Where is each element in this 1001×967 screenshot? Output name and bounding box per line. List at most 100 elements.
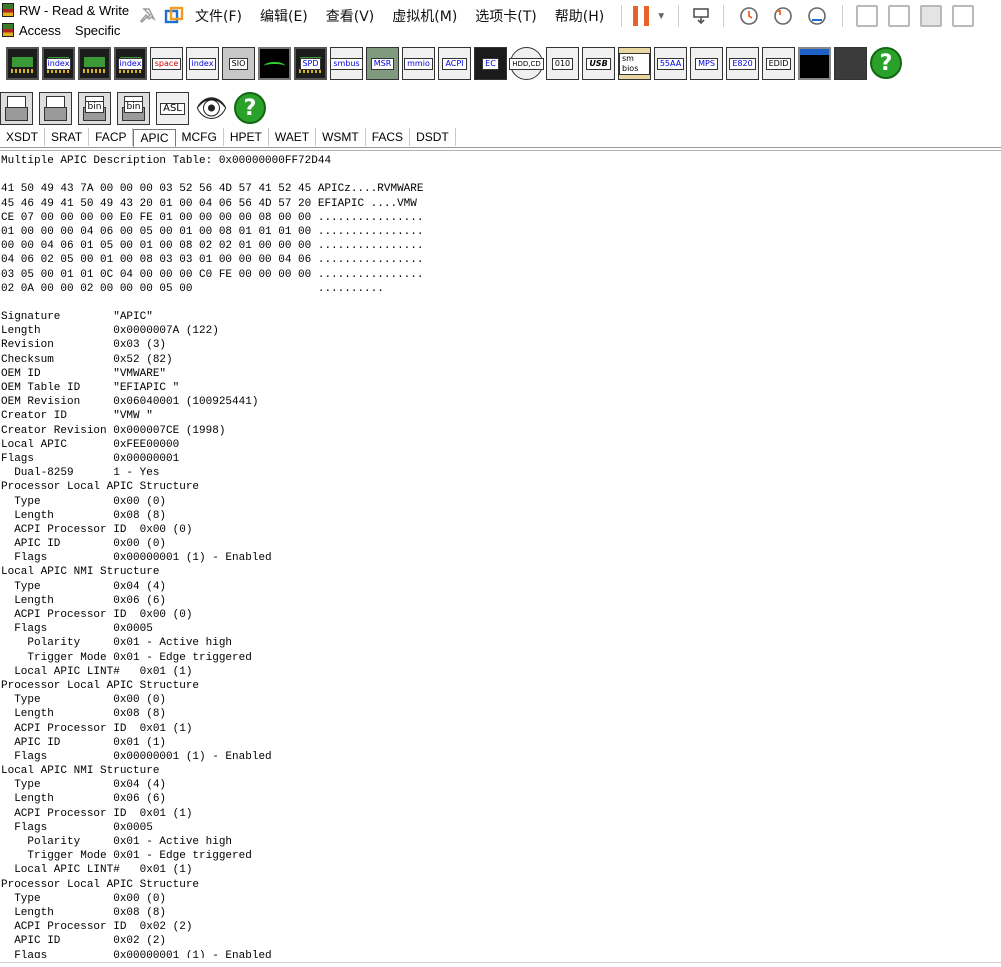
oscilloscope-icon[interactable]	[258, 47, 291, 80]
sidebar-toggle-icon[interactable]	[851, 2, 883, 30]
menu-file[interactable]: 文件(F)	[186, 2, 251, 30]
content-line: ACPI Processor ID 0x01 (1)	[1, 722, 193, 735]
menu-help[interactable]: 帮助(H)	[546, 2, 613, 30]
55aa-icon[interactable]: 55AA	[654, 47, 687, 80]
unity-icon[interactable]	[947, 2, 979, 30]
terminal-icon[interactable]	[798, 47, 831, 80]
divider	[0, 962, 1001, 963]
io-index-icon[interactable]: index	[186, 47, 219, 80]
rw-menu-specific[interactable]: Specific	[75, 23, 121, 38]
tab-srat[interactable]: SRAT	[45, 128, 90, 146]
content-line: Length 0x0000007A (122)	[1, 325, 219, 338]
content-line: Length 0x08 (8)	[1, 708, 167, 721]
help-icon[interactable]: ?	[870, 47, 902, 79]
content-line: APIC ID 0x02 (2)	[1, 935, 167, 948]
help-icon[interactable]: ?	[234, 92, 266, 124]
mmio-icon[interactable]: mmio	[402, 47, 435, 80]
menu-tabs[interactable]: 选项卡(T)	[466, 2, 545, 30]
memory-index-icon[interactable]: index	[114, 47, 147, 80]
acpi-icon[interactable]: ACPI	[438, 47, 471, 80]
chevron-down-icon[interactable]: ▼	[652, 2, 670, 30]
tab-hpet[interactable]: HPET	[224, 128, 269, 146]
content-line: Flags 0x0005	[1, 623, 153, 636]
content-line: Multiple APIC Description Table: 0x00000…	[1, 155, 332, 167]
content-line: OEM Table ID "EFIAPIC "	[1, 382, 180, 394]
e820-icon[interactable]: E820	[726, 47, 759, 80]
menu-vm[interactable]: 虚拟机(M)	[383, 2, 466, 30]
rw-menu-icon[interactable]	[2, 23, 14, 37]
tab-apic[interactable]: APIC	[133, 129, 176, 147]
divider	[0, 147, 1001, 148]
snapshot-revert-icon[interactable]	[766, 2, 800, 30]
content-line: Flags 0x00000001	[1, 452, 180, 465]
send-ctrl-alt-del-icon[interactable]	[687, 2, 715, 30]
content-line: Polarity 0x01 - Active high	[1, 637, 233, 650]
content-line: Trigger Mode 0x01 - Edge triggered	[1, 850, 252, 863]
rw-menu-access[interactable]: Access	[19, 23, 61, 38]
thumbnail-bar-icon[interactable]	[883, 2, 915, 30]
edid-icon[interactable]: EDID	[762, 47, 795, 80]
hex-edit-icon[interactable]: 010	[546, 47, 579, 80]
pci-icon[interactable]	[6, 47, 39, 80]
apic-table-text[interactable]: Multiple APIC Description Table: 0x00000…	[1, 154, 997, 958]
save-all-icon[interactable]	[39, 92, 72, 125]
hdd-cd-icon[interactable]: HDD,CD	[509, 47, 544, 80]
divider	[621, 5, 623, 27]
content-line: Revision 0x03 (3)	[1, 339, 167, 352]
rw-app-window-header: RW - Read & Write U Access Specific W	[0, 0, 132, 40]
pin-icon[interactable]	[132, 2, 162, 30]
top-bar: RW - Read & Write U Access Specific W 文件…	[0, 0, 1001, 40]
asl-icon[interactable]: ASL	[156, 92, 189, 125]
main-toolbar: index index space index SIO SPD smbus MS…	[6, 47, 902, 85]
content-line: 45 46 49 41 50 49 43 20 01 00 04 06 56 4…	[1, 197, 417, 210]
content-line: Processor Local APIC Structure	[1, 679, 200, 692]
divider	[723, 5, 725, 27]
tab-mcfg[interactable]: MCFG	[176, 128, 224, 146]
ec-icon[interactable]: EC	[474, 47, 507, 80]
memory-icon[interactable]	[78, 47, 111, 80]
save-bin-icon[interactable]: bin	[78, 92, 111, 125]
mps-icon[interactable]: MPS	[690, 47, 723, 80]
spd-icon[interactable]: SPD	[294, 47, 327, 80]
content-line: Processor Local APIC Structure	[1, 481, 200, 494]
snapshot-manager-icon[interactable]	[800, 2, 834, 30]
content-line: APIC ID 0x01 (1)	[1, 736, 167, 749]
smbios-icon[interactable]: sm bios	[618, 47, 651, 80]
content-line: Local APIC LINT# 0x01 (1)	[1, 864, 193, 877]
usb-icon[interactable]: USB	[582, 47, 615, 80]
content-line: Flags 0x00000001 (1) - Enabled	[1, 552, 272, 565]
menu-view[interactable]: 查看(V)	[317, 2, 384, 30]
content-line: Signature "APIC"	[1, 311, 153, 324]
tab-facs[interactable]: FACS	[366, 128, 411, 146]
content-line: Dual-8259 1 - Yes	[1, 467, 160, 480]
content-line: Type 0x00 (0)	[1, 495, 167, 508]
vm-menubar: 文件(F) 编辑(E) 查看(V) 虚拟机(M) 选项卡(T) 帮助(H) ▼	[132, 0, 1001, 32]
fullscreen-icon[interactable]	[915, 2, 947, 30]
content-line: ACPI Processor ID 0x01 (1)	[1, 807, 193, 820]
menu-edit[interactable]: 编辑(E)	[251, 2, 317, 30]
content-line: Local APIC 0xFEE00000	[1, 438, 180, 451]
snapshot-take-icon[interactable]	[732, 2, 766, 30]
msr-icon[interactable]: MSR	[366, 47, 399, 80]
find-icon[interactable]: 👁	[195, 92, 228, 125]
pause-icon[interactable]	[630, 2, 652, 30]
super-io-icon[interactable]: SIO	[222, 47, 255, 80]
smbus-icon[interactable]: smbus	[330, 47, 363, 80]
tab-facp[interactable]: FACP	[89, 128, 134, 146]
content-line: Type 0x00 (0)	[1, 694, 167, 707]
content-line: Polarity 0x01 - Active high	[1, 836, 233, 848]
content-line: Length 0x06 (6)	[1, 594, 167, 607]
tab-dsdt[interactable]: DSDT	[410, 128, 456, 146]
acpi-table-tabs: XSDT SRAT FACP APIC MCFG HPET WAET WSMT …	[0, 128, 1001, 147]
content-line: Length 0x08 (8)	[1, 509, 167, 522]
pci-index-icon[interactable]: index	[42, 47, 75, 80]
save-all-bin-icon[interactable]: bin	[117, 92, 150, 125]
tab-wsmt[interactable]: WSMT	[316, 128, 366, 146]
vmware-logo-icon[interactable]	[162, 2, 186, 30]
tab-xsdt[interactable]: XSDT	[0, 128, 46, 146]
io-space-icon[interactable]: space	[150, 47, 183, 80]
save-icon[interactable]	[0, 92, 33, 125]
tab-waet[interactable]: WAET	[269, 128, 317, 146]
content-line: ACPI Processor ID 0x02 (2)	[1, 921, 193, 934]
battery-icon[interactable]	[834, 47, 867, 80]
